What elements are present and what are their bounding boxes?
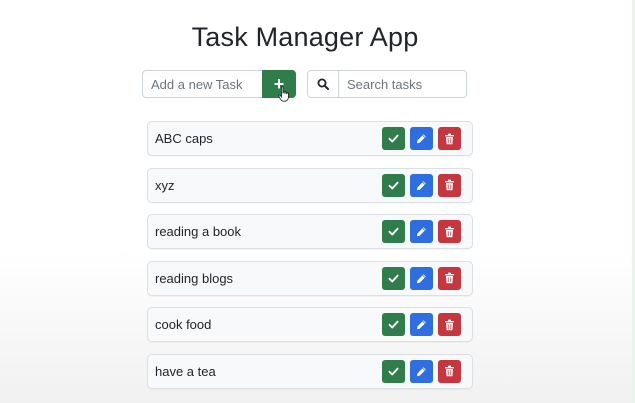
delete-task-button[interactable]	[438, 220, 461, 243]
edit-task-button[interactable]	[410, 359, 433, 383]
complete-task-button[interactable]	[382, 220, 405, 243]
delete-task-button[interactable]	[438, 266, 461, 290]
pencil-icon	[417, 180, 426, 190]
edit-task-button[interactable]	[410, 127, 433, 150]
check-icon	[388, 320, 399, 329]
check-icon	[388, 227, 399, 236]
search-input[interactable]	[339, 71, 466, 97]
edit-task-button[interactable]	[410, 313, 433, 336]
complete-task-button[interactable]	[382, 127, 405, 150]
delete-task-button[interactable]	[438, 359, 461, 383]
pencil-icon	[417, 227, 426, 237]
task-actions	[382, 266, 461, 290]
task-actions	[382, 313, 461, 336]
edit-task-button[interactable]	[410, 266, 433, 290]
trash-icon	[445, 133, 454, 144]
task-item: xyz	[147, 167, 473, 203]
check-icon	[388, 274, 399, 282]
task-text: reading a book	[155, 224, 242, 239]
task-text: xyz	[155, 177, 175, 193]
delete-task-button[interactable]	[438, 173, 461, 197]
complete-task-button[interactable]	[382, 266, 405, 290]
delete-task-button[interactable]	[438, 313, 461, 336]
search-group	[307, 70, 467, 98]
add-task-input[interactable]	[142, 70, 262, 98]
pencil-icon	[417, 320, 426, 330]
task-actions	[382, 359, 461, 383]
task-item: cook food	[147, 307, 473, 342]
hand-cursor-icon	[278, 86, 289, 102]
page-title: Task Manager App	[191, 22, 419, 52]
task-manager-page: Task Manager App + ABC caps	[0, 0, 635, 403]
task-item: have a tea	[147, 353, 473, 389]
pencil-icon	[417, 273, 426, 283]
pencil-icon	[417, 366, 426, 376]
task-item: ABC caps	[147, 121, 473, 156]
task-item: reading a book	[147, 214, 473, 249]
complete-task-button[interactable]	[382, 313, 405, 336]
task-actions	[382, 220, 461, 243]
trash-icon	[445, 365, 454, 377]
edit-task-button[interactable]	[410, 220, 433, 243]
complete-task-button[interactable]	[382, 359, 405, 383]
pencil-icon	[417, 134, 426, 144]
check-icon	[388, 134, 399, 143]
delete-task-button[interactable]	[438, 127, 461, 150]
task-text: ABC caps	[155, 131, 213, 146]
check-icon	[388, 181, 399, 189]
task-actions	[382, 173, 461, 197]
search-icon	[308, 71, 339, 97]
check-icon	[388, 367, 399, 375]
trash-icon	[445, 319, 454, 330]
task-list: ABC caps xyz reading a book reading blog…	[147, 121, 473, 400]
task-text: reading blogs	[155, 270, 234, 286]
trash-icon	[445, 272, 454, 284]
task-text: have a tea	[155, 363, 216, 379]
complete-task-button[interactable]	[382, 173, 405, 197]
task-item: reading blogs	[147, 260, 473, 296]
task-text: cook food	[155, 317, 212, 332]
task-actions	[382, 127, 461, 150]
trash-icon	[445, 179, 454, 191]
edit-task-button[interactable]	[410, 173, 433, 197]
trash-icon	[445, 226, 454, 237]
